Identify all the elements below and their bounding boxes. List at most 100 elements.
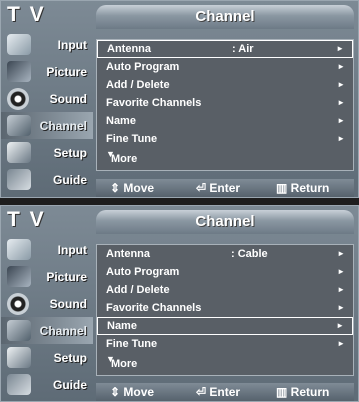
- arrow-right-icon: ►: [337, 339, 345, 348]
- menu-item-label: Fine Tune: [106, 338, 158, 350]
- menu-item-label: Name: [106, 115, 136, 127]
- menu-item-label: More: [111, 358, 138, 370]
- sidebar-item-channel[interactable]: Channel: [1, 317, 93, 344]
- arrow-right-icon: ►: [337, 303, 345, 312]
- arrow-right-icon: ►: [337, 98, 345, 107]
- enter-hint: ⏎ Enter: [196, 385, 241, 399]
- menu-item-label: Auto Program: [106, 266, 180, 278]
- menu-item-favorite-channels[interactable]: Favorite Channels ►: [97, 94, 353, 112]
- category-sidebar: Input Picture Sound Channel Setup Guide: [1, 236, 93, 398]
- navigation-footer: ⇕ Move ⏎ Enter ▥ Return: [96, 383, 354, 401]
- chevron-down-icon: ▼: [106, 354, 115, 364]
- menu-item-label: Favorite Channels: [106, 97, 202, 109]
- menu-item-label: Name: [107, 320, 137, 332]
- sidebar-item-picture[interactable]: Picture: [1, 263, 93, 290]
- enter-hint: ⏎ Enter: [196, 181, 241, 195]
- sidebar-label: Setup: [53, 145, 87, 160]
- menu-item-label: Antenna: [107, 43, 151, 55]
- menu-item-name[interactable]: Name ►: [97, 317, 353, 335]
- menu-item-auto-program[interactable]: Auto Program ►: [97, 263, 353, 281]
- title-bar: T V Channel: [1, 1, 358, 31]
- menu-item-antenna[interactable]: Antenna : Cable ►: [97, 245, 353, 263]
- arrow-right-icon: ►: [337, 62, 345, 71]
- setup-icon: [7, 142, 31, 163]
- navigation-footer: ⇕ Move ⏎ Enter ▥ Return: [96, 179, 354, 197]
- arrow-right-icon: ►: [337, 134, 345, 143]
- title-bar: T V Channel: [1, 206, 358, 236]
- menu-item-label: More: [111, 153, 138, 165]
- channel-icon: [7, 320, 31, 341]
- menu-title: Channel: [96, 210, 354, 234]
- menu-item-label: Auto Program: [106, 61, 180, 73]
- tv-menu-screen-1: T V Channel Input Picture Sound Channel …: [0, 0, 359, 198]
- menu-item-favorite-channels[interactable]: Favorite Channels ►: [97, 299, 353, 317]
- menu-item-fine-tune[interactable]: Fine Tune ►: [97, 335, 353, 353]
- sidebar-label: Guide: [52, 377, 87, 392]
- menu-item-name[interactable]: Name ►: [97, 112, 353, 130]
- channel-menu-list: Antenna : Cable ► Auto Program ► Add / Dele…: [96, 244, 354, 376]
- menu-item-add-delete[interactable]: Add / Delete ►: [97, 76, 353, 94]
- tv-brand-label: T V: [7, 208, 46, 231]
- arrow-right-icon: ►: [337, 249, 345, 258]
- arrow-right-icon: ►: [337, 285, 345, 294]
- input-icon: [7, 239, 31, 260]
- sound-icon: [7, 88, 29, 110]
- guide-icon: [7, 169, 31, 190]
- sidebar-label: Picture: [46, 64, 87, 79]
- menu-item-auto-program[interactable]: Auto Program ►: [97, 58, 353, 76]
- category-sidebar: Input Picture Sound Channel Setup Guide: [1, 31, 93, 193]
- menu-title: Channel: [96, 5, 354, 29]
- sidebar-label: Guide: [52, 172, 87, 187]
- sidebar-label: Channel: [39, 323, 87, 338]
- arrow-right-icon: ►: [336, 44, 344, 53]
- menu-item-label: Add / Delete: [106, 79, 170, 91]
- menu-item-more[interactable]: ▼ More: [97, 353, 353, 375]
- menu-item-fine-tune[interactable]: Fine Tune ►: [97, 130, 353, 148]
- picture-icon: [7, 61, 31, 82]
- sidebar-label: Sound: [49, 296, 87, 311]
- sidebar-label: Input: [57, 37, 87, 52]
- menu-item-more[interactable]: ▼ More: [97, 148, 353, 170]
- menu-item-value: : Air: [232, 43, 254, 55]
- arrow-right-icon: ►: [337, 80, 345, 89]
- sidebar-item-setup[interactable]: Setup: [1, 344, 93, 371]
- move-hint: ⇕ Move: [110, 181, 155, 195]
- sound-icon: [7, 293, 29, 315]
- sidebar-item-guide[interactable]: Guide: [1, 166, 93, 193]
- tv-brand-label: T V: [7, 3, 46, 26]
- sidebar-label: Sound: [49, 91, 87, 106]
- sidebar-item-input[interactable]: Input: [1, 31, 93, 58]
- menu-item-label: Antenna: [106, 248, 150, 260]
- sidebar-item-input[interactable]: Input: [1, 236, 93, 263]
- tv-menu-screen-2: T V Channel Input Picture Sound Channel …: [0, 205, 359, 402]
- picture-icon: [7, 266, 31, 287]
- sidebar-item-guide[interactable]: Guide: [1, 371, 93, 398]
- menu-item-value: : Cable: [231, 248, 268, 260]
- menu-item-add-delete[interactable]: Add / Delete ►: [97, 281, 353, 299]
- arrow-right-icon: ►: [336, 321, 344, 330]
- menu-item-label: Fine Tune: [106, 133, 158, 145]
- move-hint: ⇕ Move: [110, 385, 155, 399]
- sidebar-label: Setup: [53, 350, 87, 365]
- arrow-right-icon: ►: [337, 267, 345, 276]
- return-hint: ▥ Return: [276, 385, 330, 399]
- sidebar-item-sound[interactable]: Sound: [1, 85, 93, 112]
- channel-icon: [7, 115, 31, 136]
- sidebar-label: Input: [57, 242, 87, 257]
- chevron-down-icon: ▼: [106, 149, 115, 159]
- input-icon: [7, 34, 31, 55]
- sidebar-item-sound[interactable]: Sound: [1, 290, 93, 317]
- sidebar-label: Picture: [46, 269, 87, 284]
- setup-icon: [7, 347, 31, 368]
- sidebar-item-setup[interactable]: Setup: [1, 139, 93, 166]
- return-hint: ▥ Return: [276, 181, 330, 195]
- arrow-right-icon: ►: [337, 116, 345, 125]
- guide-icon: [7, 374, 31, 395]
- sidebar-label: Channel: [39, 118, 87, 133]
- menu-item-label: Favorite Channels: [106, 302, 202, 314]
- menu-item-label: Add / Delete: [106, 284, 170, 296]
- sidebar-item-picture[interactable]: Picture: [1, 58, 93, 85]
- sidebar-item-channel[interactable]: Channel: [1, 112, 93, 139]
- channel-menu-list: Antenna : Air ► Auto Program ► Add / Delete…: [96, 39, 354, 171]
- menu-item-antenna[interactable]: Antenna : Air ►: [97, 40, 353, 58]
